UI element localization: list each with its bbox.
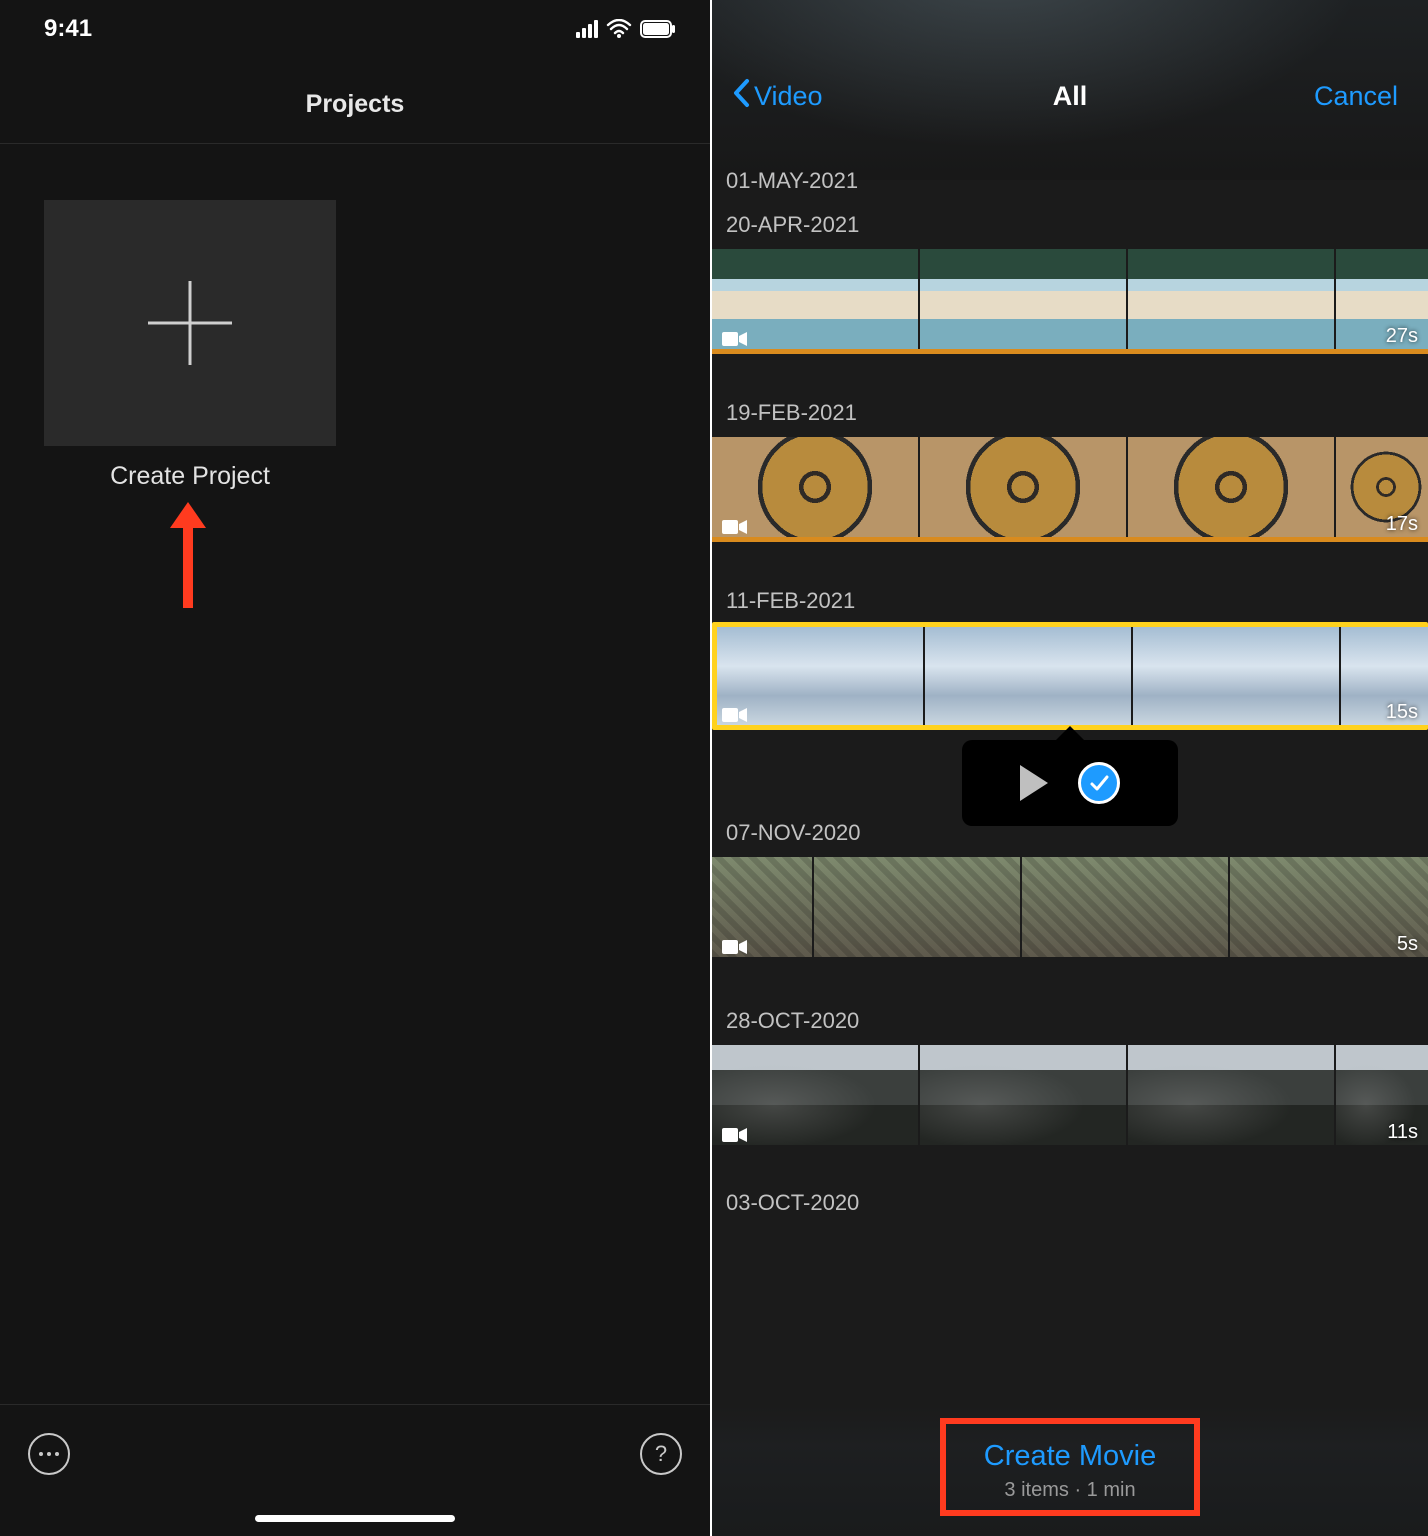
divider	[0, 143, 710, 144]
home-indicator[interactable]	[255, 1515, 455, 1522]
page-title: Projects	[0, 58, 710, 143]
clip-duration: 17s	[1386, 513, 1418, 536]
help-button[interactable]: ?	[640, 1433, 682, 1475]
date-header: 03-OCT-2020	[712, 1180, 1428, 1224]
cellular-signal-icon	[576, 20, 598, 38]
video-icon	[722, 330, 748, 348]
create-movie-bar[interactable]: Create Movie 3 items · 1 min	[712, 1406, 1428, 1536]
video-clip[interactable]: 17s	[712, 434, 1428, 542]
status-time: 9:41	[44, 15, 92, 43]
create-movie-meta: 3 items · 1 min	[1004, 1479, 1135, 1502]
video-clip[interactable]: 11s	[712, 1042, 1428, 1150]
clip-duration: 11s	[1387, 1121, 1418, 1144]
ellipsis-icon	[39, 1452, 59, 1456]
create-movie-label: Create Movie	[984, 1440, 1156, 1473]
video-clip-selected[interactable]: 15s	[712, 622, 1428, 730]
date-header: 11-FEB-2021	[712, 578, 1428, 622]
status-icons	[576, 19, 676, 39]
video-clip[interactable]: 5s	[712, 854, 1428, 962]
more-button[interactable]	[28, 1433, 70, 1475]
video-icon	[722, 706, 748, 724]
video-icon	[722, 1126, 748, 1144]
create-project-label: Create Project	[44, 462, 336, 491]
date-header: 20-APR-2021	[712, 202, 1428, 246]
date-header: 19-FEB-2021	[712, 390, 1428, 434]
date-header: 01-MAY-2021	[712, 158, 1428, 202]
plus-icon	[140, 273, 240, 373]
battery-icon	[640, 20, 676, 38]
cancel-button[interactable]: Cancel	[1314, 81, 1398, 112]
wifi-icon	[606, 19, 632, 39]
chevron-left-icon	[732, 78, 750, 115]
media-picker-screen: Video All Cancel 01-MAY-2021 20-APR-2021…	[712, 0, 1428, 1536]
clip-duration: 15s	[1386, 701, 1418, 724]
nav-title: All	[1053, 81, 1088, 112]
back-button[interactable]: Video	[732, 78, 823, 115]
clip-duration: 27s	[1386, 325, 1418, 348]
status-bar: 9:41	[0, 0, 710, 58]
video-clip[interactable]: 27s	[712, 246, 1428, 354]
date-header: 28-OCT-2020	[712, 998, 1428, 1042]
projects-screen: 9:41 Projects Create Project	[0, 0, 712, 1536]
video-icon	[722, 518, 748, 536]
play-icon[interactable]	[1020, 765, 1048, 801]
back-label: Video	[754, 81, 823, 112]
clip-duration: 5s	[1397, 933, 1418, 956]
bottom-toolbar: ?	[0, 1404, 710, 1536]
create-project-tile[interactable]	[44, 200, 336, 446]
video-icon	[722, 938, 748, 956]
select-toggle[interactable]	[1078, 762, 1120, 804]
question-mark-icon: ?	[655, 1441, 667, 1467]
annotation-arrow-icon	[160, 498, 216, 613]
clip-list[interactable]: 01-MAY-2021 20-APR-2021 27s 19-FEB-2021 …	[712, 158, 1428, 1536]
nav-bar: Video All Cancel	[712, 0, 1428, 129]
clip-action-tooltip	[962, 740, 1178, 826]
